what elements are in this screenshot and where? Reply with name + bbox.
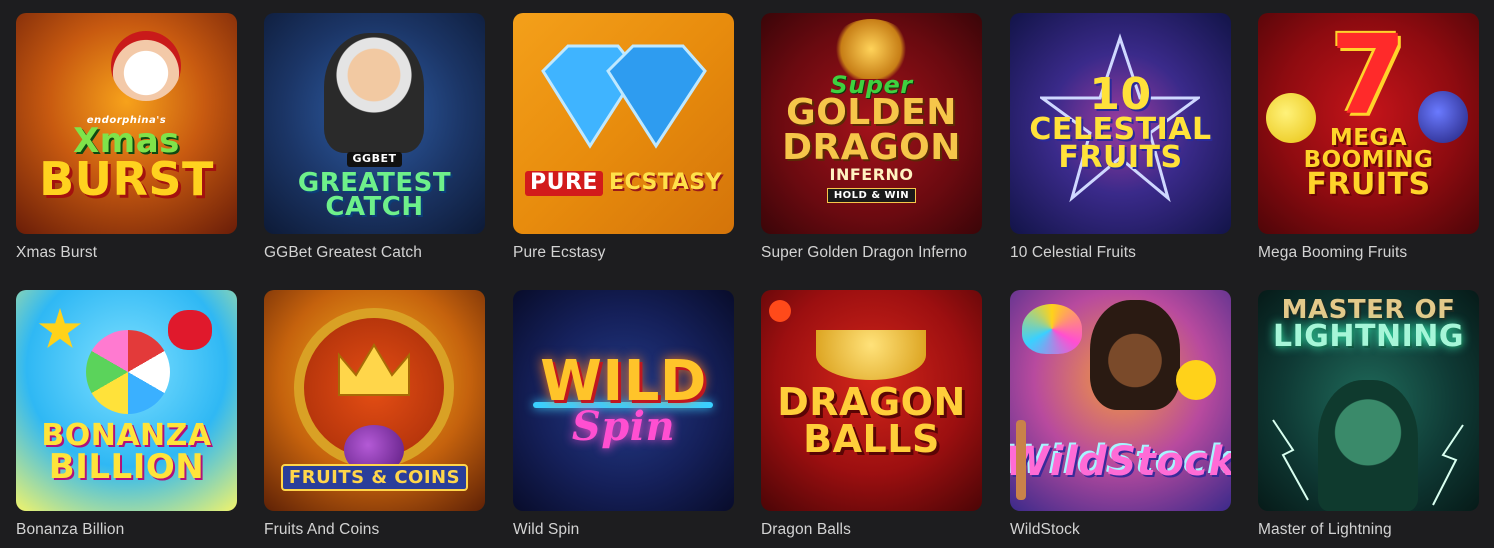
game-art-line: MEGA BOOMING (1303, 124, 1434, 173)
game-thumbnail[interactable]: PURE ECSTASY (513, 13, 734, 234)
game-title[interactable]: Dragon Balls (761, 521, 982, 539)
game-title[interactable]: Mega Booming Fruits (1258, 244, 1479, 262)
game-card[interactable]: BONANZA BILLION Bonanza Billion (16, 290, 237, 539)
game-art-line: DRAGON (777, 380, 966, 425)
game-art-line: 10 (1089, 69, 1152, 121)
game-art-line: FRUITS (1058, 140, 1183, 176)
games-grid: endorphina's Xmas BURST Xmas Burst GGBET… (0, 0, 1494, 548)
guitar-icon (1016, 420, 1026, 500)
game-card[interactable]: GGBET GREATEST CATCH GGBet Greatest Catc… (264, 13, 485, 262)
game-thumbnail[interactable]: FRUITS & COINS (264, 290, 485, 511)
game-art-line: INFERNO (829, 164, 914, 184)
game-title[interactable]: Wild Spin (513, 521, 734, 539)
game-art-line: WILD (540, 348, 707, 414)
game-title[interactable]: Xmas Burst (16, 244, 237, 262)
game-thumbnail[interactable]: BONANZA BILLION (16, 290, 237, 511)
game-thumbnail[interactable]: WildStock (1010, 290, 1231, 511)
game-title[interactable]: GGBet Greatest Catch (264, 244, 485, 262)
game-card[interactable]: DRAGON BALLS Dragon Balls (761, 290, 982, 539)
game-art-line: DRAGON (782, 126, 961, 168)
game-art-line: GOLDEN (786, 92, 957, 134)
game-thumbnail[interactable]: 7 MEGA BOOMING FRUITS (1258, 13, 1479, 234)
game-title[interactable]: WildStock (1010, 521, 1231, 539)
game-title[interactable]: Fruits And Coins (264, 521, 485, 539)
game-art-line: LIGHTNING (1273, 318, 1464, 354)
game-title[interactable]: Pure Ecstasy (513, 244, 734, 262)
game-title[interactable]: 10 Celestial Fruits (1010, 244, 1231, 262)
game-art-line: ECSTASY (608, 170, 722, 196)
game-title[interactable]: Super Golden Dragon Inferno (761, 244, 982, 262)
game-title[interactable]: Master of Lightning (1258, 521, 1479, 539)
game-thumbnail[interactable]: DRAGON BALLS (761, 290, 982, 511)
game-thumbnail[interactable]: endorphina's Xmas BURST (16, 13, 237, 234)
game-card[interactable]: MASTER OF LIGHTNING Master of Lightning (1258, 290, 1479, 539)
seven-icon: 7 (1329, 13, 1408, 140)
game-card[interactable]: 10 CELESTIAL FRUITS 10 Celestial Fruits (1010, 13, 1231, 262)
game-art-line: BALLS (803, 416, 940, 461)
game-card[interactable]: WILD Spin Wild Spin (513, 290, 734, 539)
game-card[interactable]: WildStock WildStock (1010, 290, 1231, 539)
game-art-brand: GGBET (346, 152, 403, 167)
game-thumbnail[interactable]: GGBET GREATEST CATCH (264, 13, 485, 234)
game-art-line: PURE (525, 171, 603, 196)
game-thumbnail[interactable]: WILD Spin (513, 290, 734, 511)
game-title[interactable]: Bonanza Billion (16, 521, 237, 539)
game-thumbnail[interactable]: MASTER OF LIGHTNING (1258, 290, 1479, 511)
game-art-line: Spin (571, 403, 676, 451)
game-card[interactable]: PURE ECSTASY Pure Ecstasy (513, 13, 734, 262)
game-art-line: FRUITS (1306, 167, 1431, 203)
game-card[interactable]: endorphina's Xmas BURST Xmas Burst (16, 13, 237, 262)
game-art-line: WildStock (1010, 439, 1231, 485)
game-card[interactable]: FRUITS & COINS Fruits And Coins (264, 290, 485, 539)
game-thumbnail[interactable]: 10 CELESTIAL FRUITS (1010, 13, 1231, 234)
game-art-line: BILLION (48, 446, 205, 487)
game-thumbnail[interactable]: Super GOLDEN DRAGON INFERNO HOLD & WIN (761, 13, 982, 234)
game-art-badge: HOLD & WIN (826, 187, 917, 204)
game-art-line: FRUITS & COINS (280, 463, 469, 491)
game-art-line: CATCH (325, 192, 424, 223)
game-card[interactable]: Super GOLDEN DRAGON INFERNO HOLD & WIN S… (761, 13, 982, 262)
game-card[interactable]: 7 MEGA BOOMING FRUITS Mega Booming Fruit… (1258, 13, 1479, 262)
game-art-line: BURST (39, 151, 214, 206)
